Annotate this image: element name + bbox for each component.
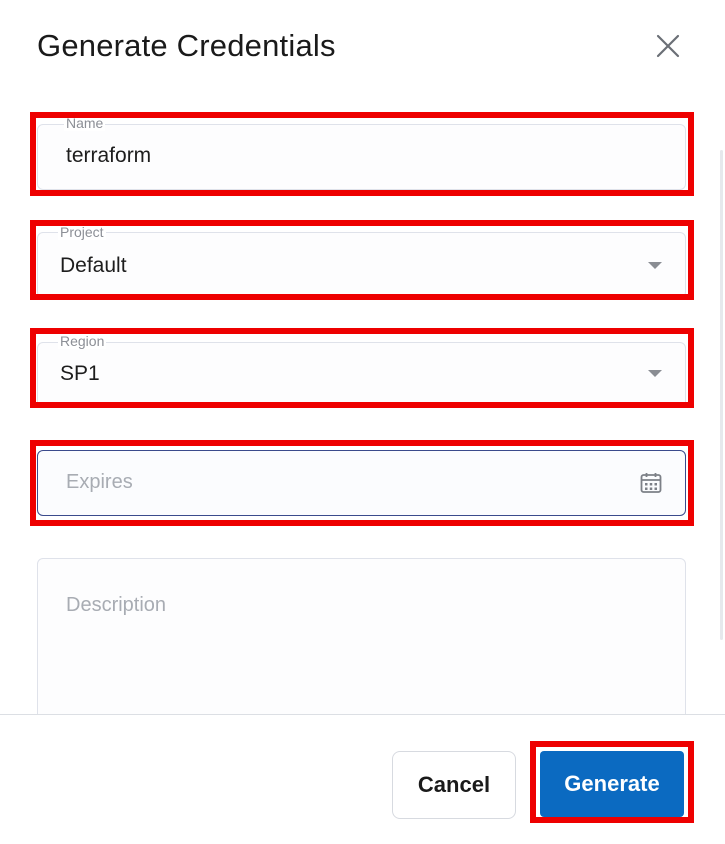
generate-credentials-dialog: Generate Credentials Name terraform Proj… xyxy=(0,0,725,844)
generate-button[interactable]: Generate xyxy=(540,751,684,817)
chevron-down-icon xyxy=(648,370,662,377)
close-icon xyxy=(656,34,680,58)
scrollbar[interactable] xyxy=(720,150,723,640)
calendar-icon[interactable] xyxy=(639,471,663,495)
region-select[interactable] xyxy=(37,342,686,408)
description-placeholder: Description xyxy=(66,594,167,616)
description-textarea[interactable] xyxy=(37,558,686,738)
project-select[interactable] xyxy=(37,232,686,298)
dialog-title: Generate Credentials xyxy=(37,28,336,63)
expires-placeholder: Expires xyxy=(66,471,133,493)
chevron-down-icon xyxy=(648,262,662,269)
cancel-button[interactable]: Cancel xyxy=(392,751,516,819)
name-value: terraform xyxy=(66,144,152,167)
project-value: Default xyxy=(60,254,127,277)
project-label: Project xyxy=(58,224,106,240)
name-label: Name xyxy=(64,115,106,131)
region-label: Region xyxy=(58,333,107,349)
expires-date-input[interactable] xyxy=(37,450,686,516)
region-value: SP1 xyxy=(60,362,100,385)
close-button[interactable] xyxy=(652,30,684,62)
